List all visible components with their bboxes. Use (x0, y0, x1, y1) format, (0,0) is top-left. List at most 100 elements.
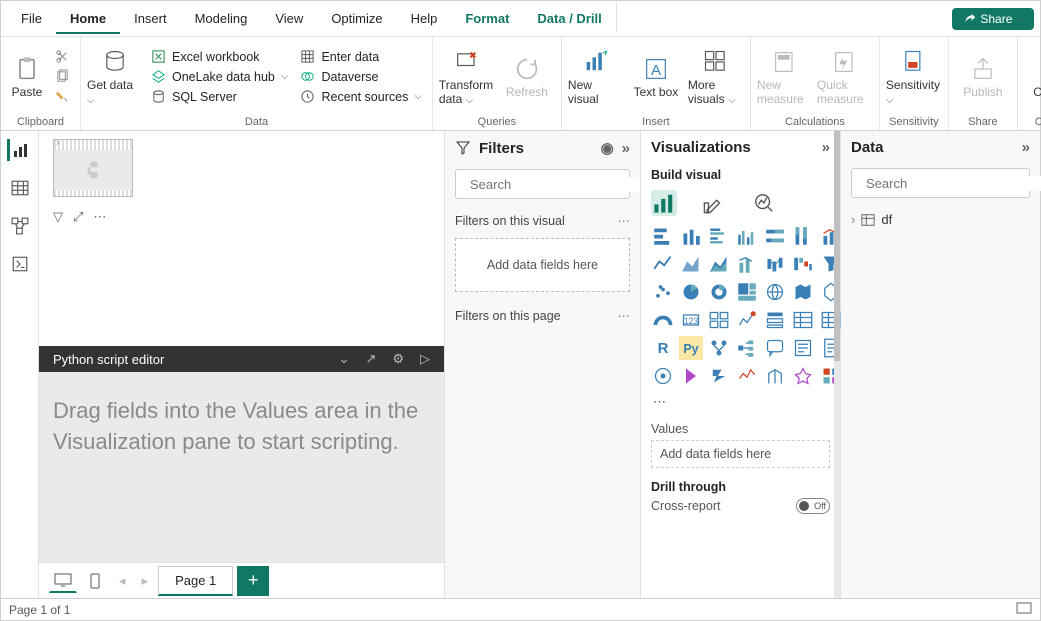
filters-search[interactable] (455, 169, 630, 199)
map-icon[interactable] (763, 280, 787, 304)
filters-search-input[interactable] (470, 177, 646, 192)
card-icon[interactable]: 123 (679, 308, 703, 332)
visual-placeholder[interactable] (53, 139, 133, 197)
next-page-button[interactable]: ▸ (136, 573, 155, 589)
tab-optimize[interactable]: Optimize (317, 3, 396, 34)
build-visual-mode[interactable] (651, 190, 677, 216)
sensitivity-button[interactable]: Sensitivity ⌵ (886, 42, 942, 112)
ribbon-chart-icon[interactable] (763, 252, 787, 276)
stacked-bar-100-icon[interactable] (763, 224, 787, 248)
share-button[interactable]: Share ⌵ (952, 8, 1034, 30)
chevron-down-icon[interactable]: ⌄ (339, 351, 350, 367)
tab-datadrill[interactable]: Data / Drill (523, 3, 616, 34)
script-editor-body[interactable]: Drag fields into the Values area in the … (39, 372, 444, 562)
goals-icon[interactable] (763, 364, 787, 388)
mobile-layout-button[interactable] (81, 569, 109, 593)
add-page-button[interactable]: + (237, 566, 269, 596)
dax-view-button[interactable] (9, 253, 31, 275)
format-visual-mode[interactable] (701, 190, 727, 216)
narrative-icon[interactable] (791, 336, 815, 360)
tab-modeling[interactable]: Modeling (181, 3, 262, 34)
stacked-column-100-icon[interactable] (791, 224, 815, 248)
filter-icon[interactable]: ▽ (53, 209, 63, 225)
analytics-mode[interactable] (751, 190, 777, 216)
more-icon[interactable]: ⋯ (93, 209, 106, 225)
report-view-button[interactable] (7, 139, 29, 161)
transform-data-button[interactable]: Transform data ⌵ (439, 42, 495, 112)
collapse-icon[interactable]: » (822, 139, 830, 156)
focus-icon[interactable]: ⤢ (73, 209, 83, 225)
model-view-button[interactable] (9, 215, 31, 237)
automate-icon[interactable] (707, 364, 731, 388)
filled-map-icon[interactable] (791, 280, 815, 304)
key-influencers-icon[interactable] (707, 336, 731, 360)
copilot-button[interactable]: Copilot (1024, 42, 1041, 112)
filters-on-page-header[interactable]: Filters on this page⋯ (445, 302, 640, 329)
stacked-column-icon[interactable] (679, 224, 703, 248)
dataverse-button[interactable]: Dataverse (296, 68, 425, 85)
values-dropzone[interactable]: Add data fields here (651, 440, 830, 468)
get-data-button[interactable]: Get data ⌵ (87, 42, 143, 112)
new-measure-button[interactable]: New measure (757, 42, 813, 112)
waterfall-icon[interactable] (791, 252, 815, 276)
publish-button[interactable]: Publish (955, 42, 1011, 112)
tab-view[interactable]: View (261, 3, 317, 34)
quick-measure-button[interactable]: Quick measure (817, 42, 873, 112)
pie-icon[interactable] (679, 280, 703, 304)
copy-button[interactable] (51, 68, 74, 85)
table-visual-icon[interactable] (791, 308, 815, 332)
gauge-icon[interactable] (651, 308, 675, 332)
tab-help[interactable]: Help (397, 3, 452, 34)
gear-icon[interactable]: ⚙ (392, 351, 404, 367)
scatter-icon[interactable] (651, 280, 675, 304)
area-chart-icon[interactable] (679, 252, 703, 276)
recent-sources-button[interactable]: Recent sources ⌵ (296, 88, 425, 105)
get-more-icon[interactable] (791, 364, 815, 388)
excel-workbook-button[interactable]: Excel workbook (147, 48, 292, 65)
filters-on-visual-dropzone[interactable]: Add data fields here (455, 238, 630, 292)
slicer-icon[interactable] (763, 308, 787, 332)
page-tab-1[interactable]: Page 1 (158, 566, 233, 596)
data-table-df[interactable]: › df (841, 206, 1040, 233)
eye-icon[interactable]: ◉ (601, 139, 614, 157)
run-icon[interactable]: ▷ (420, 351, 430, 367)
collapse-icon[interactable]: » (1022, 139, 1030, 156)
new-visual-button[interactable]: New visual (568, 42, 624, 112)
paste-button[interactable]: Paste (7, 42, 47, 112)
table-view-button[interactable] (9, 177, 31, 199)
format-painter-button[interactable] (51, 88, 74, 105)
clustered-bar-icon[interactable] (707, 224, 731, 248)
stacked-bar-icon[interactable] (651, 224, 675, 248)
kpi-icon[interactable] (735, 308, 759, 332)
data-search[interactable] (851, 168, 1030, 198)
refresh-button[interactable]: Refresh (499, 42, 555, 112)
arcgis-icon[interactable] (651, 364, 675, 388)
text-box-button[interactable]: AText box (628, 42, 684, 112)
qa-icon[interactable] (763, 336, 787, 360)
line-chart-icon[interactable] (651, 252, 675, 276)
tab-format[interactable]: Format (451, 3, 523, 34)
desktop-layout-button[interactable] (49, 569, 77, 593)
powerapps-icon[interactable] (679, 364, 703, 388)
line-stacked-icon[interactable] (735, 252, 759, 276)
tab-home[interactable]: Home (56, 3, 120, 34)
decomposition-icon[interactable] (735, 336, 759, 360)
donut-icon[interactable] (707, 280, 731, 304)
cross-report-toggle[interactable]: Off (796, 498, 830, 514)
sparkline-icon[interactable] (735, 364, 759, 388)
r-visual-icon[interactable]: R (651, 336, 675, 360)
enter-data-button[interactable]: Enter data (296, 48, 425, 65)
sql-server-button[interactable]: SQL Server (147, 88, 292, 105)
onelake-button[interactable]: OneLake data hub ⌵ (147, 68, 292, 85)
prev-page-button[interactable]: ◂ (113, 573, 132, 589)
python-visual-icon[interactable]: Py (679, 336, 703, 360)
popout-icon[interactable]: ↗ (365, 351, 376, 367)
stacked-area-icon[interactable] (707, 252, 731, 276)
report-canvas[interactable]: ▽ ⤢ ⋯ (39, 131, 444, 346)
more-visuals-button[interactable]: More visuals ⌵ (688, 42, 744, 112)
more-visuals-icon[interactable]: ⋯ (641, 394, 840, 416)
cut-button[interactable] (51, 48, 74, 65)
multi-card-icon[interactable] (707, 308, 731, 332)
tab-file[interactable]: File (7, 3, 56, 34)
filters-on-visual-header[interactable]: Filters on this visual⋯ (445, 207, 640, 234)
